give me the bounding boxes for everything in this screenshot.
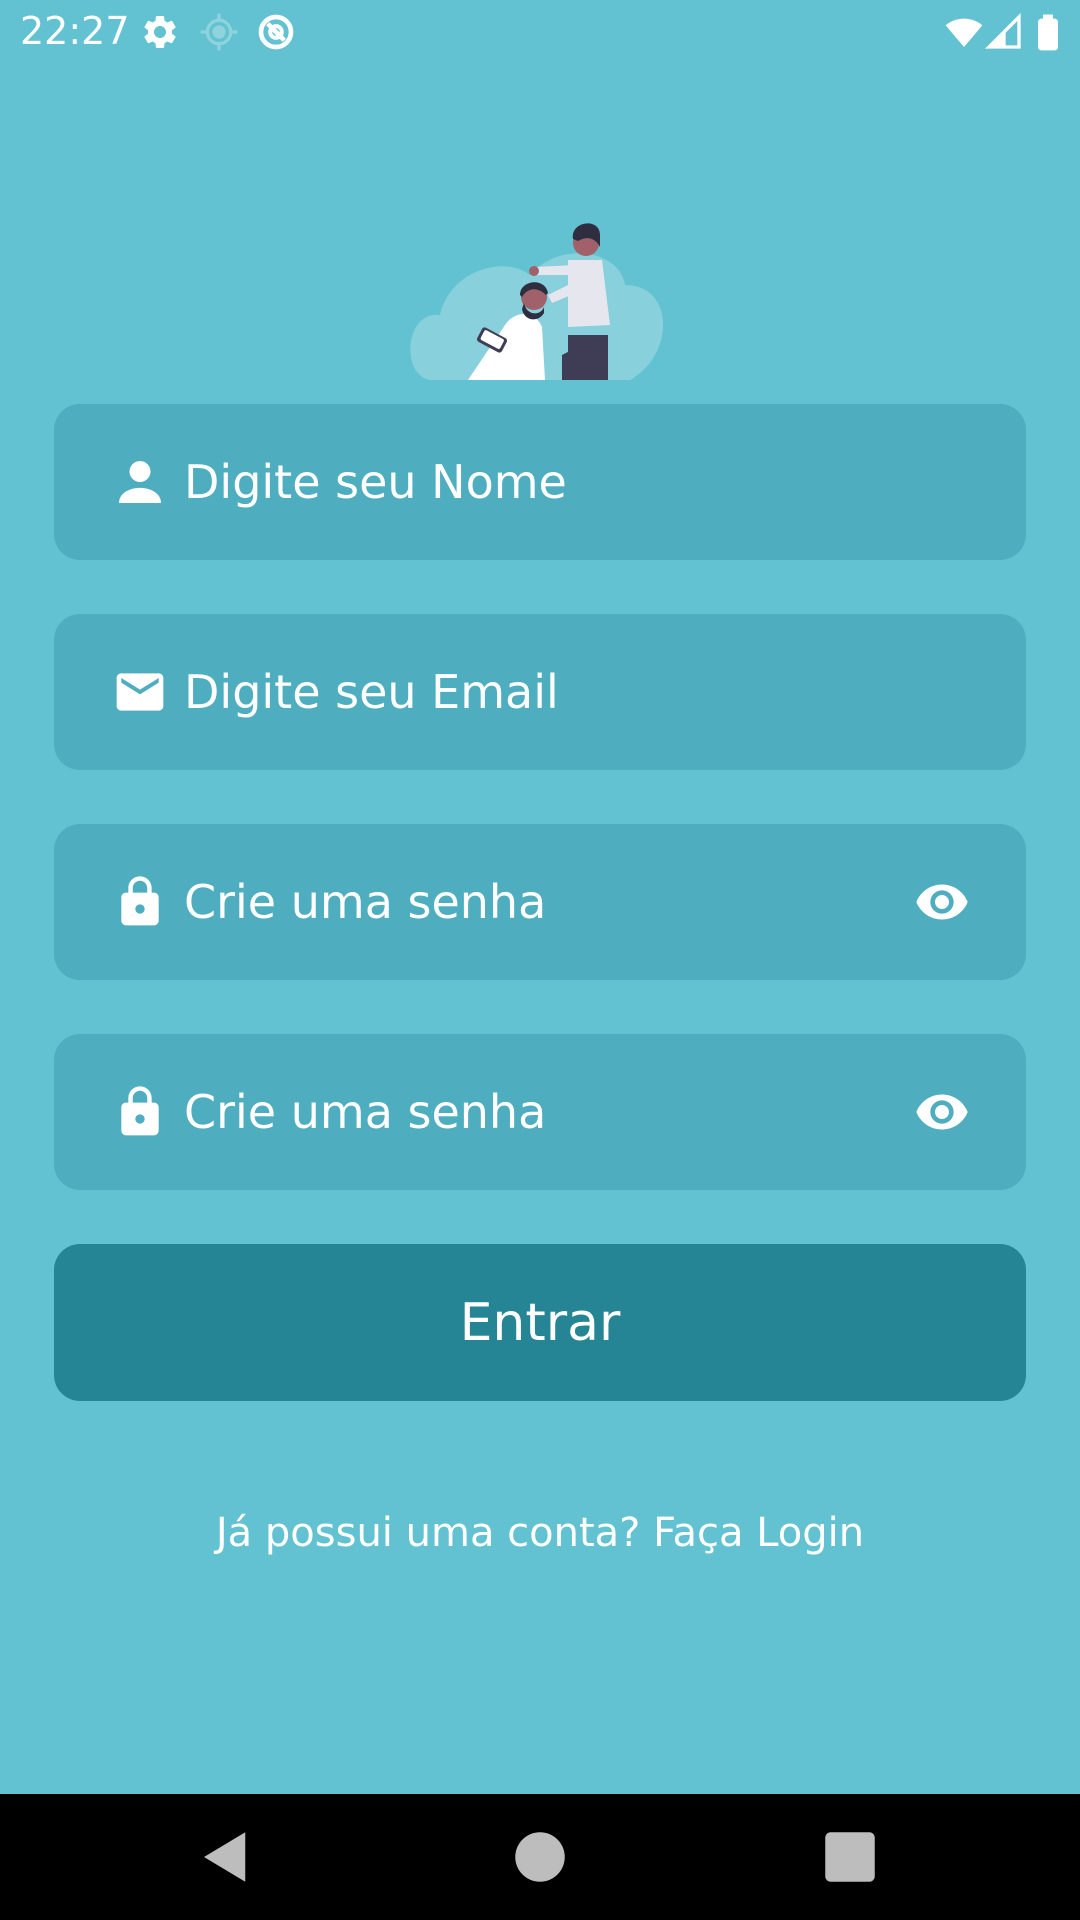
submit-button-label: Entrar [459,1292,621,1353]
status-time: 22:27 [20,9,130,53]
name-field-placeholder: Digite seu Nome [184,455,567,509]
back-icon[interactable] [193,1824,259,1890]
person-icon [119,461,161,503]
confirm-password-field-placeholder: Crie uma senha [184,1085,547,1139]
eye-icon[interactable] [910,874,974,930]
recents-icon[interactable] [817,1824,883,1890]
lock-icon [121,876,159,926]
submit-button[interactable]: Entrar [54,1244,1026,1401]
signal-icon [984,12,1021,49]
mail-icon [116,673,164,711]
home-icon[interactable] [507,1824,573,1890]
navigation-bar [0,1794,1080,1920]
status-bar: 22:27 [0,0,1080,62]
login-link[interactable]: Já possui uma conta? Faça Login [0,1510,1080,1556]
gear-icon [144,15,176,48]
eye-icon[interactable] [910,1084,974,1140]
email-field[interactable]: Digite seu Email [54,614,1026,770]
location-icon [200,13,238,51]
battery-icon [1038,14,1058,51]
app-notification-icon [258,14,294,50]
lock-icon [121,1086,159,1136]
password-field[interactable]: Crie uma senha [54,824,1026,980]
wifi-icon [945,18,983,47]
name-field[interactable]: Digite seu Nome [54,404,1026,560]
email-field-placeholder: Digite seu Email [184,665,559,719]
barber-illustration [410,223,664,380]
password-field-placeholder: Crie uma senha [184,875,547,929]
confirm-password-field[interactable]: Crie uma senha [54,1034,1026,1190]
